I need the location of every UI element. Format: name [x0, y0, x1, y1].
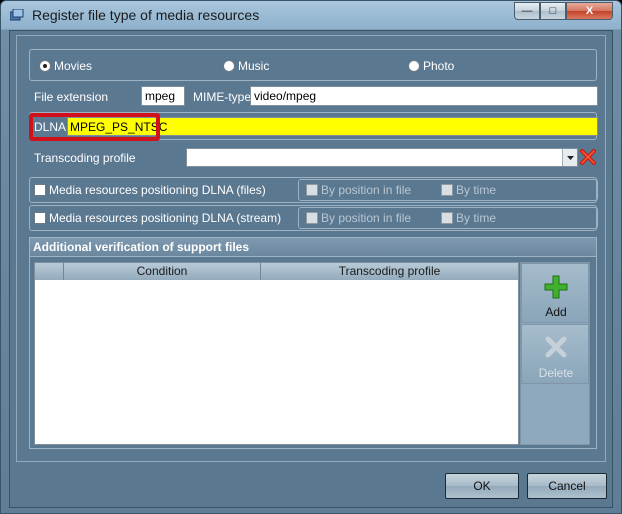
- grid-header-transcoding-profile[interactable]: Transcoding profile: [261, 263, 518, 280]
- maximize-button[interactable]: □: [540, 2, 566, 20]
- files-by-time-checkbox[interactable]: [441, 184, 453, 196]
- file-extension-label: File extension: [34, 90, 109, 104]
- files-by-time-label: By time: [456, 183, 497, 197]
- mime-type-input[interactable]: video/mpeg: [250, 86, 598, 106]
- positioning-files-checkbox[interactable]: [34, 184, 46, 196]
- dlna-highlight-callout: [29, 113, 160, 141]
- mime-type-label: MIME-type: [193, 90, 252, 104]
- positioning-stream-checkbox[interactable]: [34, 212, 46, 224]
- stream-by-time-checkbox[interactable]: [441, 212, 453, 224]
- ok-button[interactable]: OK: [445, 473, 519, 499]
- delete-button[interactable]: Delete: [521, 324, 589, 384]
- app-icon: [10, 9, 24, 21]
- verification-title: Additional verification of support files: [33, 240, 250, 254]
- delete-button-label: Delete: [538, 366, 574, 380]
- grid-header-condition[interactable]: Condition: [64, 263, 261, 280]
- files-by-position-label: By position in file: [321, 183, 412, 197]
- files-by-position-checkbox[interactable]: [306, 184, 318, 196]
- cancel-button[interactable]: Cancel: [527, 473, 607, 499]
- stream-by-position-checkbox[interactable]: [306, 212, 318, 224]
- dialog-body: Movies Music Photo File extension mpeg M…: [9, 30, 613, 508]
- radio-photo-label: Photo: [423, 59, 455, 73]
- media-type-group: [29, 49, 597, 81]
- delete-x-icon: [545, 336, 567, 358]
- transcoding-profile-label: Transcoding profile: [34, 151, 136, 165]
- grid-header-indicator: [35, 263, 64, 280]
- positioning-stream-label: Media resources positioning DLNA (stream…: [49, 211, 282, 225]
- title-bar[interactable]: Register file type of media resources — …: [1, 1, 621, 29]
- radio-music[interactable]: [223, 60, 235, 72]
- plus-icon: [544, 275, 568, 299]
- window-title: Register file type of media resources: [32, 7, 260, 23]
- add-button-label: Add: [545, 305, 567, 319]
- positioning-files-label: Media resources positioning DLNA (files): [49, 183, 266, 197]
- radio-movies[interactable]: [39, 60, 51, 72]
- form-panel: Movies Music Photo File extension mpeg M…: [16, 35, 606, 462]
- file-extension-input[interactable]: mpeg: [141, 86, 185, 106]
- stream-by-time-label: By time: [456, 211, 497, 225]
- dialog-window: Register file type of media resources — …: [0, 0, 622, 514]
- radio-music-label: Music: [238, 59, 270, 73]
- transcoding-profile-select[interactable]: [186, 148, 578, 167]
- close-button[interactable]: X: [566, 2, 613, 20]
- stream-by-position-label: By position in file: [321, 211, 412, 225]
- add-button[interactable]: Add: [521, 263, 589, 323]
- radio-photo[interactable]: [408, 60, 420, 72]
- radio-movies-label: Movies: [54, 59, 93, 73]
- conditions-grid[interactable]: Condition Transcoding profile: [34, 262, 519, 445]
- minimize-button[interactable]: —: [514, 2, 540, 20]
- clear-x-icon[interactable]: [579, 148, 597, 166]
- dropdown-arrow-icon[interactable]: [562, 149, 577, 166]
